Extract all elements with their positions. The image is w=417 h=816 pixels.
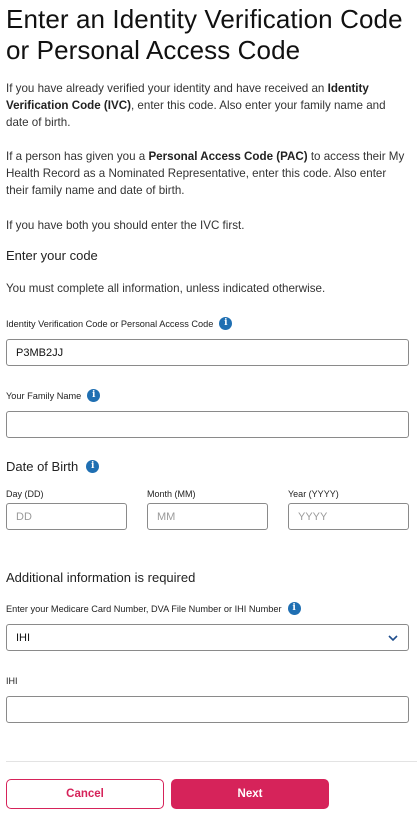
- family-name-label: Your Family Name i: [6, 389, 101, 402]
- year-input[interactable]: YYYY: [288, 503, 409, 530]
- year-label: Year (YYYY): [288, 489, 339, 499]
- cancel-button[interactable]: Cancel: [6, 779, 164, 809]
- intro-paragraph-pac: If a person has given you a Personal Acc…: [6, 150, 405, 197]
- enter-code-heading: Enter your code: [6, 248, 98, 263]
- page-title: Enter an Identity Verification Code or P…: [6, 4, 403, 65]
- id-type-label: Enter your Medicare Card Number, DVA Fil…: [6, 602, 301, 615]
- ihi-label: IHI: [6, 676, 18, 686]
- intro-paragraph-both: If you have both you should enter the IV…: [6, 219, 245, 232]
- intro-paragraph-ivc: If you have already verified your identi…: [6, 82, 386, 129]
- info-icon[interactable]: i: [87, 389, 101, 402]
- day-label: Day (DD): [6, 489, 44, 499]
- info-icon[interactable]: i: [287, 602, 301, 615]
- ihi-input[interactable]: [6, 696, 409, 723]
- dob-heading: Date of Birth i: [6, 459, 100, 474]
- family-name-input[interactable]: [6, 411, 409, 438]
- info-icon[interactable]: i: [86, 460, 100, 473]
- id-type-select[interactable]: IHI: [6, 624, 409, 651]
- day-input[interactable]: DD: [6, 503, 127, 530]
- month-input[interactable]: MM: [147, 503, 268, 530]
- next-button[interactable]: Next: [171, 779, 329, 809]
- month-label: Month (MM): [147, 489, 196, 499]
- code-field-label: Identity Verification Code or Personal A…: [6, 317, 233, 330]
- divider: [6, 761, 417, 762]
- required-note: You must complete all information, unles…: [6, 282, 326, 295]
- additional-info-heading: Additional information is required: [6, 570, 196, 585]
- id-type-selected-value: IHI: [16, 631, 31, 644]
- code-input[interactable]: P3MB2JJ: [6, 339, 409, 366]
- chevron-down-icon: [388, 635, 398, 642]
- info-icon[interactable]: i: [219, 317, 233, 330]
